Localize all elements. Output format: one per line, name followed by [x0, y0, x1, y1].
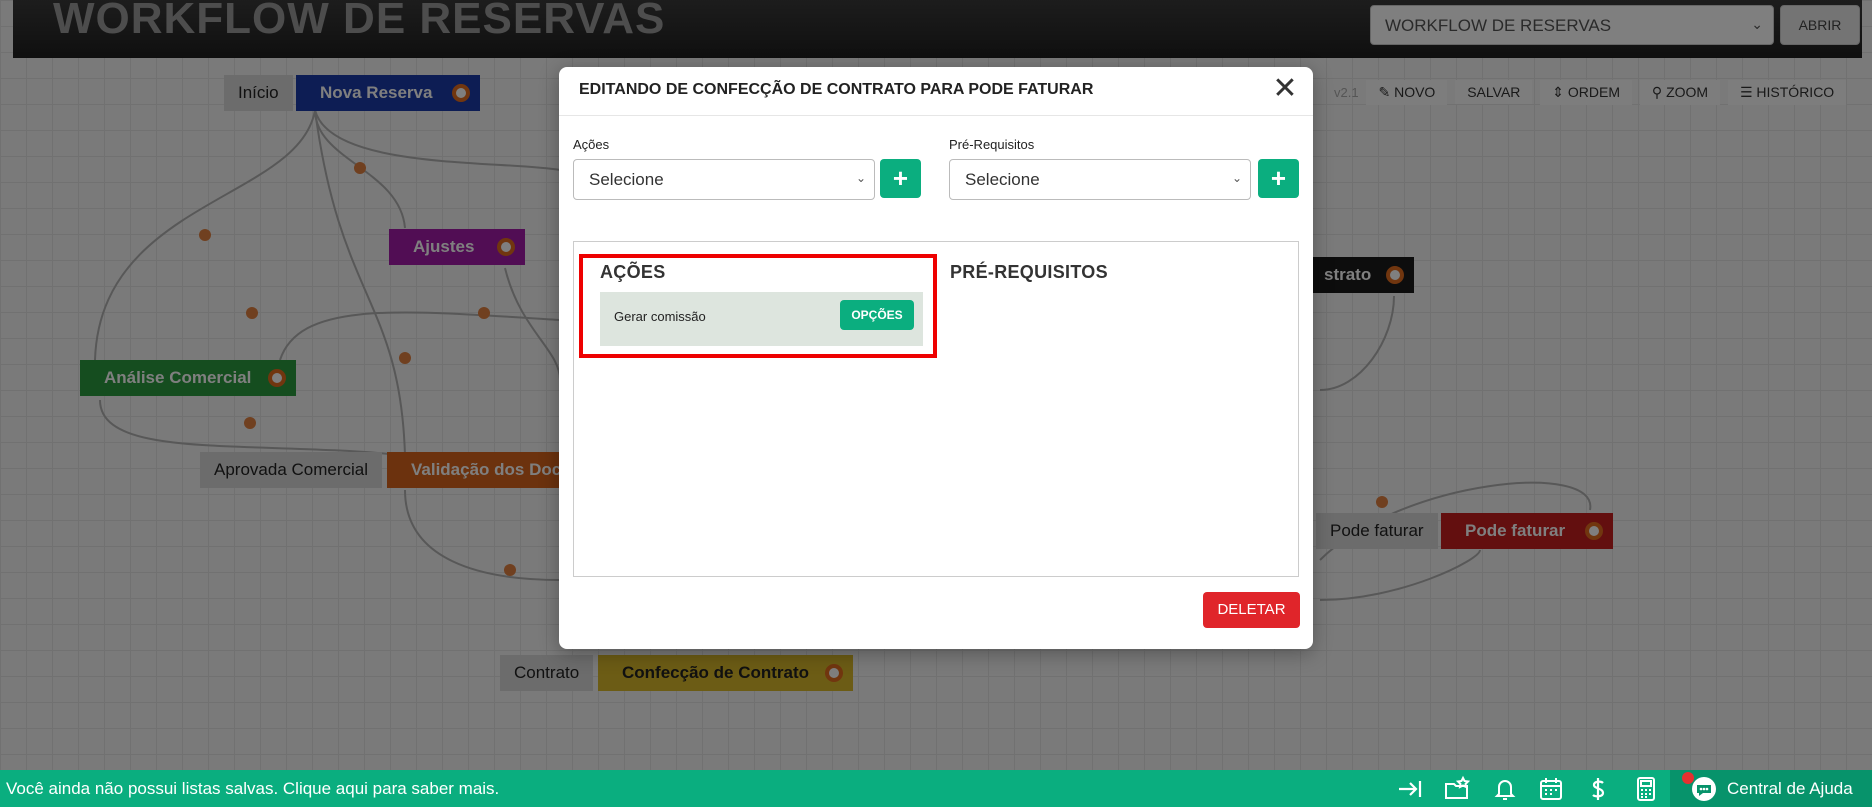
saved-lists-message[interactable]: Você ainda não possui listas salvas. Cli…	[6, 779, 499, 799]
collapse-arrow-icon[interactable]	[1396, 775, 1424, 803]
modal-header: EDITANDO DE CONFECÇÃO DE CONTRATO PARA P…	[559, 67, 1313, 116]
calendar-icon[interactable]	[1537, 775, 1565, 803]
edit-transition-modal: EDITANDO DE CONFECÇÃO DE CONTRATO PARA P…	[559, 67, 1313, 649]
prereq-label: Pré-Requisitos	[949, 137, 1035, 152]
notification-dot	[1682, 772, 1694, 784]
chevron-down-icon: ⌄	[1231, 171, 1242, 185]
prereq-select-value: Selecione	[965, 170, 1040, 189]
bottom-status-bar: Você ainda não possui listas salvas. Cli…	[0, 770, 1872, 807]
modal-title: EDITANDO DE CONFECÇÃO DE CONTRATO PARA P…	[579, 81, 1094, 98]
add-action-button[interactable]: +	[880, 159, 921, 198]
bell-icon[interactable]	[1491, 775, 1519, 803]
actions-label: Ações	[573, 137, 610, 152]
highlight-box	[579, 254, 937, 358]
calculator-icon[interactable]	[1632, 775, 1660, 803]
help-center-button[interactable]: Central de Ajuda	[1670, 770, 1872, 807]
chevron-down-icon: ⌄	[855, 171, 866, 185]
close-icon[interactable]: ✕	[1271, 74, 1299, 104]
actions-select[interactable]: Selecione ⌄	[573, 159, 875, 200]
add-prereq-button[interactable]: +	[1258, 159, 1299, 198]
chat-icon	[1692, 777, 1716, 801]
star-folder-icon[interactable]	[1443, 775, 1471, 803]
actions-select-value: Selecione	[589, 170, 664, 189]
delete-button[interactable]: DELETAR	[1203, 592, 1300, 628]
dollar-icon[interactable]	[1584, 775, 1612, 803]
help-center-label: Central de Ajuda	[1727, 779, 1853, 798]
prereq-select[interactable]: Selecione ⌄	[949, 159, 1251, 200]
prereq-heading: PRÉ-REQUISITOS	[950, 262, 1108, 282]
